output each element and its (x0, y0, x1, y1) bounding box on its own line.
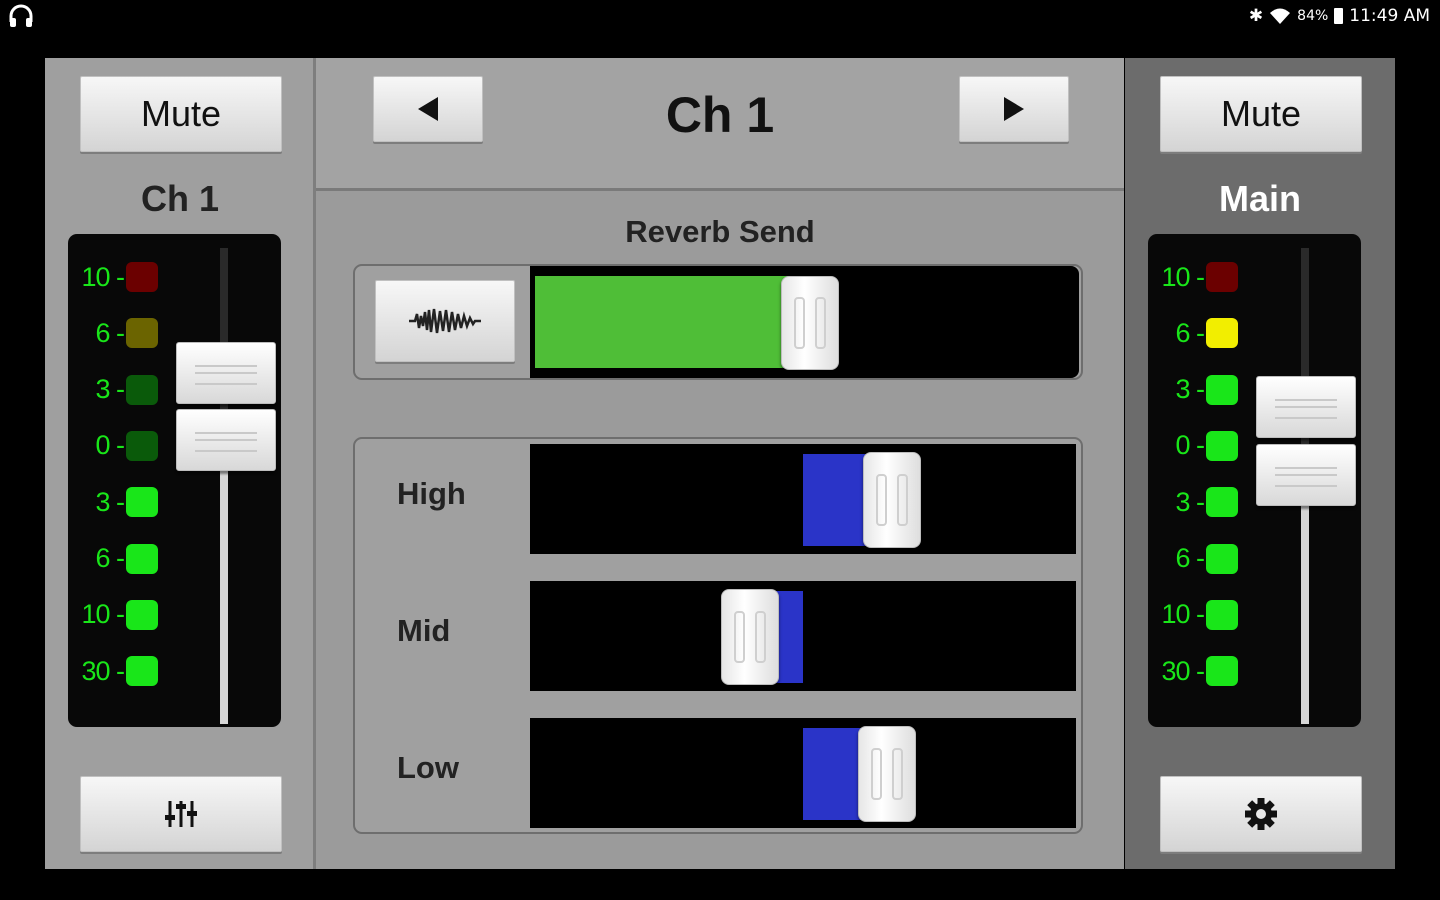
waveform-icon (409, 308, 481, 334)
triangle-left-icon (418, 97, 438, 121)
level-meter-fader: 10 - 6 - 3 - 0 - 3 - 6 - 10 - 30 - (68, 234, 281, 727)
channel-title: Ch 1 (665, 87, 775, 143)
meter-row: 3 - (78, 486, 168, 518)
eq-section: High Mid Low (353, 437, 1083, 834)
meter-led (126, 543, 158, 574)
eq-mid-slider[interactable] (530, 581, 1076, 691)
meter-led (1206, 374, 1238, 405)
meter-led (1206, 656, 1238, 687)
status-bar: ✱ 84% 11:49 AM (0, 0, 1440, 32)
meter-row: 6 - (1158, 543, 1248, 574)
meter-led (126, 374, 158, 405)
reverb-send-knob[interactable] (781, 276, 840, 370)
meter-scale-label: 6 - (95, 543, 125, 573)
clock: 11:49 AM (1349, 6, 1430, 26)
meter-row: 6 - (78, 317, 168, 349)
fader-cap-lower[interactable] (176, 409, 276, 471)
previous-channel-button[interactable] (373, 76, 483, 142)
meter-led (126, 430, 158, 461)
eq-high-knob[interactable] (863, 452, 922, 548)
fader-cap-upper[interactable] (176, 342, 276, 404)
meter-row: 10 - (1158, 262, 1248, 292)
meter-led (1206, 487, 1238, 518)
channel-detail-panel: Ch 1 Reverb Send High Mid Low (316, 58, 1124, 869)
meter-row: 3 - (1158, 486, 1248, 518)
reverb-send-label: Reverb Send (625, 214, 815, 249)
meter-led (126, 262, 158, 292)
battery-percent: 84% (1297, 8, 1329, 24)
meter-led (126, 487, 158, 518)
meter-row: 0 - (1158, 430, 1248, 461)
mixer-settings-button[interactable] (80, 776, 282, 852)
meter-row: 0 - (78, 430, 168, 461)
meter-scale-label: 3 - (1175, 486, 1205, 517)
meter-scale-label: 0 - (1175, 430, 1205, 461)
channel-strip-main: Mute Main 10 - 6 - 3 - 0 - 3 - 6 - 10 - 30 - (1125, 58, 1395, 869)
meter-scale-label: 3 - (1175, 374, 1205, 405)
reverb-select-button[interactable] (375, 280, 515, 362)
meter-scale-label: 10 - (81, 261, 125, 292)
mute-button-channel[interactable]: Mute (80, 76, 282, 152)
meter-led (126, 599, 158, 630)
meter-scale-label: 30 - (1161, 655, 1205, 686)
meter-row: 30 - (1158, 655, 1248, 687)
main-level-meter-fader: 10 - 6 - 3 - 0 - 3 - 6 - 10 - 30 - (1148, 234, 1361, 727)
main-fader-cap-upper[interactable] (1256, 376, 1356, 438)
gear-icon (1245, 798, 1277, 830)
eq-mid-label: Mid (397, 613, 451, 648)
meter-scale-label: 6 - (1175, 543, 1205, 573)
meter-scale-label: 3 - (95, 486, 125, 517)
meter-led (1206, 318, 1238, 349)
battery-icon (1334, 8, 1344, 24)
meter-led (1206, 262, 1238, 292)
mute-button-main[interactable]: Mute (1160, 76, 1362, 152)
meter-scale-label: 6 - (95, 317, 125, 348)
reverb-send-control (353, 264, 1083, 380)
meter-row: 6 - (1158, 317, 1248, 349)
headphones-icon (9, 4, 33, 27)
meter-row: 30 - (78, 655, 168, 687)
meter-led (126, 656, 158, 687)
meter-led (1206, 430, 1238, 461)
wifi-icon (1270, 8, 1291, 24)
next-channel-button[interactable] (959, 76, 1069, 142)
meter-scale-label: 0 - (95, 430, 125, 461)
status-indicators: ✱ 84% 11:49 AM (1249, 5, 1430, 27)
reverb-send-slider[interactable] (530, 266, 1079, 378)
meter-scale-label: 10 - (1161, 599, 1205, 630)
eq-mid-knob[interactable] (721, 589, 780, 685)
settings-button[interactable] (1160, 776, 1362, 852)
meter-row: 10 - (78, 599, 168, 630)
eq-low-label: Low (397, 750, 459, 785)
meter-row: 3 - (1158, 374, 1248, 405)
main-fader-cap-lower[interactable] (1256, 444, 1356, 506)
meter-row: 6 - (78, 543, 168, 574)
main-label: Main (1218, 178, 1301, 219)
meter-scale-label: 6 - (1175, 317, 1205, 348)
triangle-right-icon (1004, 97, 1024, 121)
meter-row: 10 - (78, 262, 168, 292)
meter-scale-label: 10 - (81, 599, 125, 630)
channel-header: Ch 1 (316, 58, 1124, 191)
meter-row: 10 - (1158, 599, 1248, 630)
meter-scale-label: 3 - (95, 374, 125, 405)
channel-label: Ch 1 (140, 178, 219, 219)
channel-strip-left: Mute Ch 1 10 - 6 - 3 - 0 - 3 - 6 - 10 - 30 - (45, 58, 313, 869)
eq-low-knob[interactable] (858, 726, 917, 822)
meter-scale-label: 30 - (81, 655, 125, 686)
meter-led (126, 318, 158, 349)
reverb-send-level (535, 276, 810, 368)
eq-high-label: High (397, 476, 466, 511)
mixer-sliders-icon (165, 801, 197, 827)
bluetooth-icon: ✱ (1248, 6, 1264, 26)
meter-led (1206, 543, 1238, 574)
meter-row: 3 - (78, 374, 168, 405)
meter-scale-label: 10 - (1161, 261, 1205, 292)
meter-led (1206, 599, 1238, 630)
